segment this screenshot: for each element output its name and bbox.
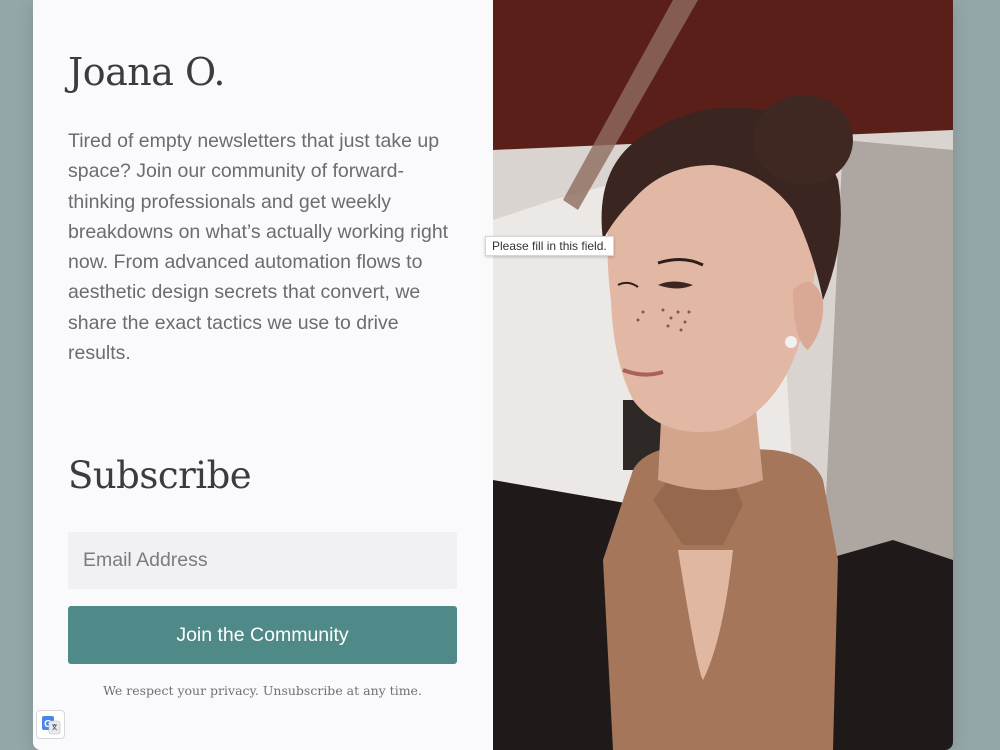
privacy-note: We respect your privacy. Unsubscribe at …: [103, 683, 422, 698]
join-community-button[interactable]: Join the Community: [68, 606, 457, 664]
intro-text: Tired of empty newsletters that just tak…: [68, 130, 449, 365]
translate-button[interactable]: G: [36, 710, 65, 739]
newsletter-card: Joana O. Tired of empty newsletters that…: [33, 0, 953, 750]
validation-tooltip: Please fill in this field.: [485, 236, 614, 256]
content-panel: Joana O. Tired of empty newsletters that…: [33, 0, 493, 750]
author-name: Joana O.: [68, 50, 225, 94]
google-translate-icon: G: [41, 715, 60, 734]
portrait-photo: [493, 0, 953, 750]
email-input[interactable]: [68, 532, 457, 589]
portrait-illustration: [493, 0, 953, 750]
subscribe-heading: Subscribe: [68, 454, 252, 497]
